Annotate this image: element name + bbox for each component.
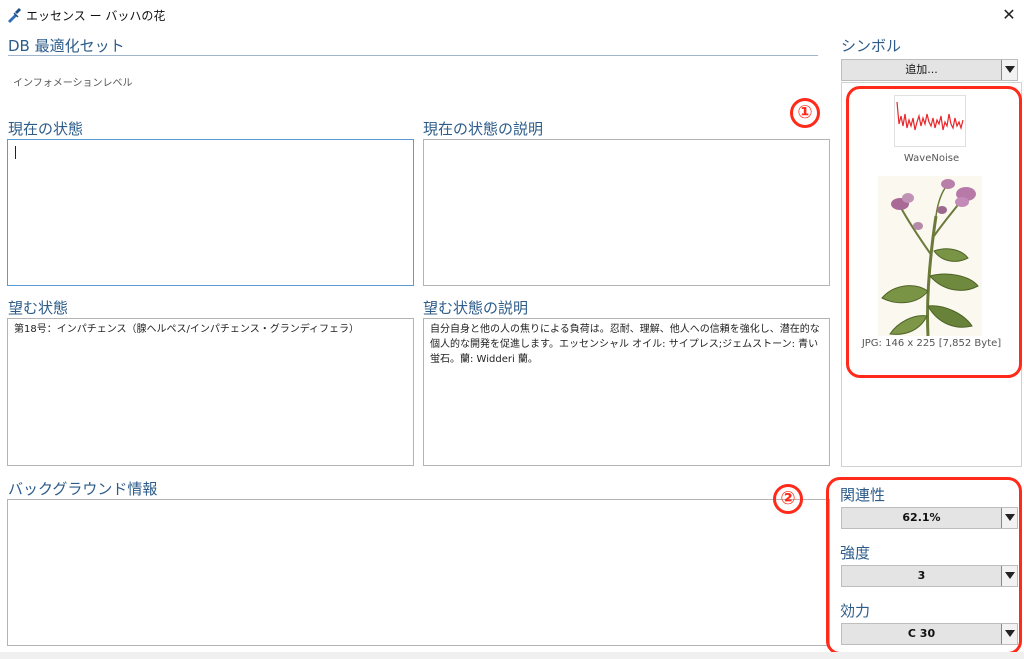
bottom-strip — [0, 652, 1024, 659]
db-title: DB 最適化セット — [8, 37, 125, 55]
symbol-label: シンボル — [841, 37, 902, 55]
potency-value: C 30 — [907, 627, 936, 640]
current-state-label: 現在の状態 — [8, 120, 84, 138]
desired-state-value: 第18号：インパチェンス（腺ヘルペス/インパチェンス・グランディフェラ） — [14, 324, 359, 335]
background-info-label: バックグラウンド情報 — [8, 480, 158, 498]
relevance-value: 62.1% — [902, 511, 941, 524]
annotation-number-1: ① — [790, 98, 820, 128]
relevance-label: 関連性 — [840, 486, 886, 504]
desired-state-desc-value: 自分自身と他の人の焦りによる負荷は。忍耐、理解、他人への信頼を強化し、潜在的な個… — [430, 324, 820, 365]
add-symbol-dropdown[interactable]: 追加... — [841, 59, 1018, 81]
text-caret — [15, 146, 16, 159]
current-state-desc-input[interactable] — [423, 139, 830, 286]
dropdown-arrow-icon[interactable] — [1001, 508, 1017, 528]
add-symbol-label: 追加... — [905, 63, 938, 76]
current-state-input[interactable] — [7, 139, 414, 286]
info-level-label: インフォメーションレベル — [13, 78, 133, 89]
close-button[interactable]: ✕ — [998, 4, 1020, 26]
annotation-number-2: ② — [773, 484, 803, 514]
desired-state-desc-input[interactable]: 自分自身と他の人の焦りによる負荷は。忍耐、理解、他人への信頼を強化し、潜在的な個… — [423, 318, 830, 466]
relevance-dropdown[interactable]: 62.1% — [841, 507, 1018, 529]
desired-state-desc-label: 望む状態の説明 — [423, 299, 529, 317]
dropdown-arrow-icon[interactable] — [1001, 624, 1017, 644]
potency-dropdown[interactable]: C 30 — [841, 623, 1018, 645]
intensity-label: 強度 — [840, 544, 871, 562]
title-bar: エッセンス ー バッハの花 ✕ — [0, 0, 1024, 30]
intensity-dropdown[interactable]: 3 — [841, 565, 1018, 587]
desired-state-input[interactable]: 第18号：インパチェンス（腺ヘルペス/インパチェンス・グランディフェラ） — [7, 318, 414, 466]
current-state-desc-label: 現在の状態の説明 — [423, 120, 544, 138]
header-divider — [8, 55, 818, 56]
potency-label: 効力 — [840, 602, 871, 620]
annotation-box-1 — [846, 86, 1022, 378]
desired-state-label: 望む状態 — [8, 299, 69, 317]
window-title: エッセンス ー バッハの花 — [26, 9, 166, 23]
dropdown-arrow-icon[interactable] — [1001, 566, 1017, 586]
background-info-input[interactable] — [7, 499, 830, 646]
dropdown-arrow-icon[interactable] — [1001, 60, 1017, 80]
intensity-value: 3 — [917, 569, 926, 582]
pipette-icon — [8, 8, 21, 23]
